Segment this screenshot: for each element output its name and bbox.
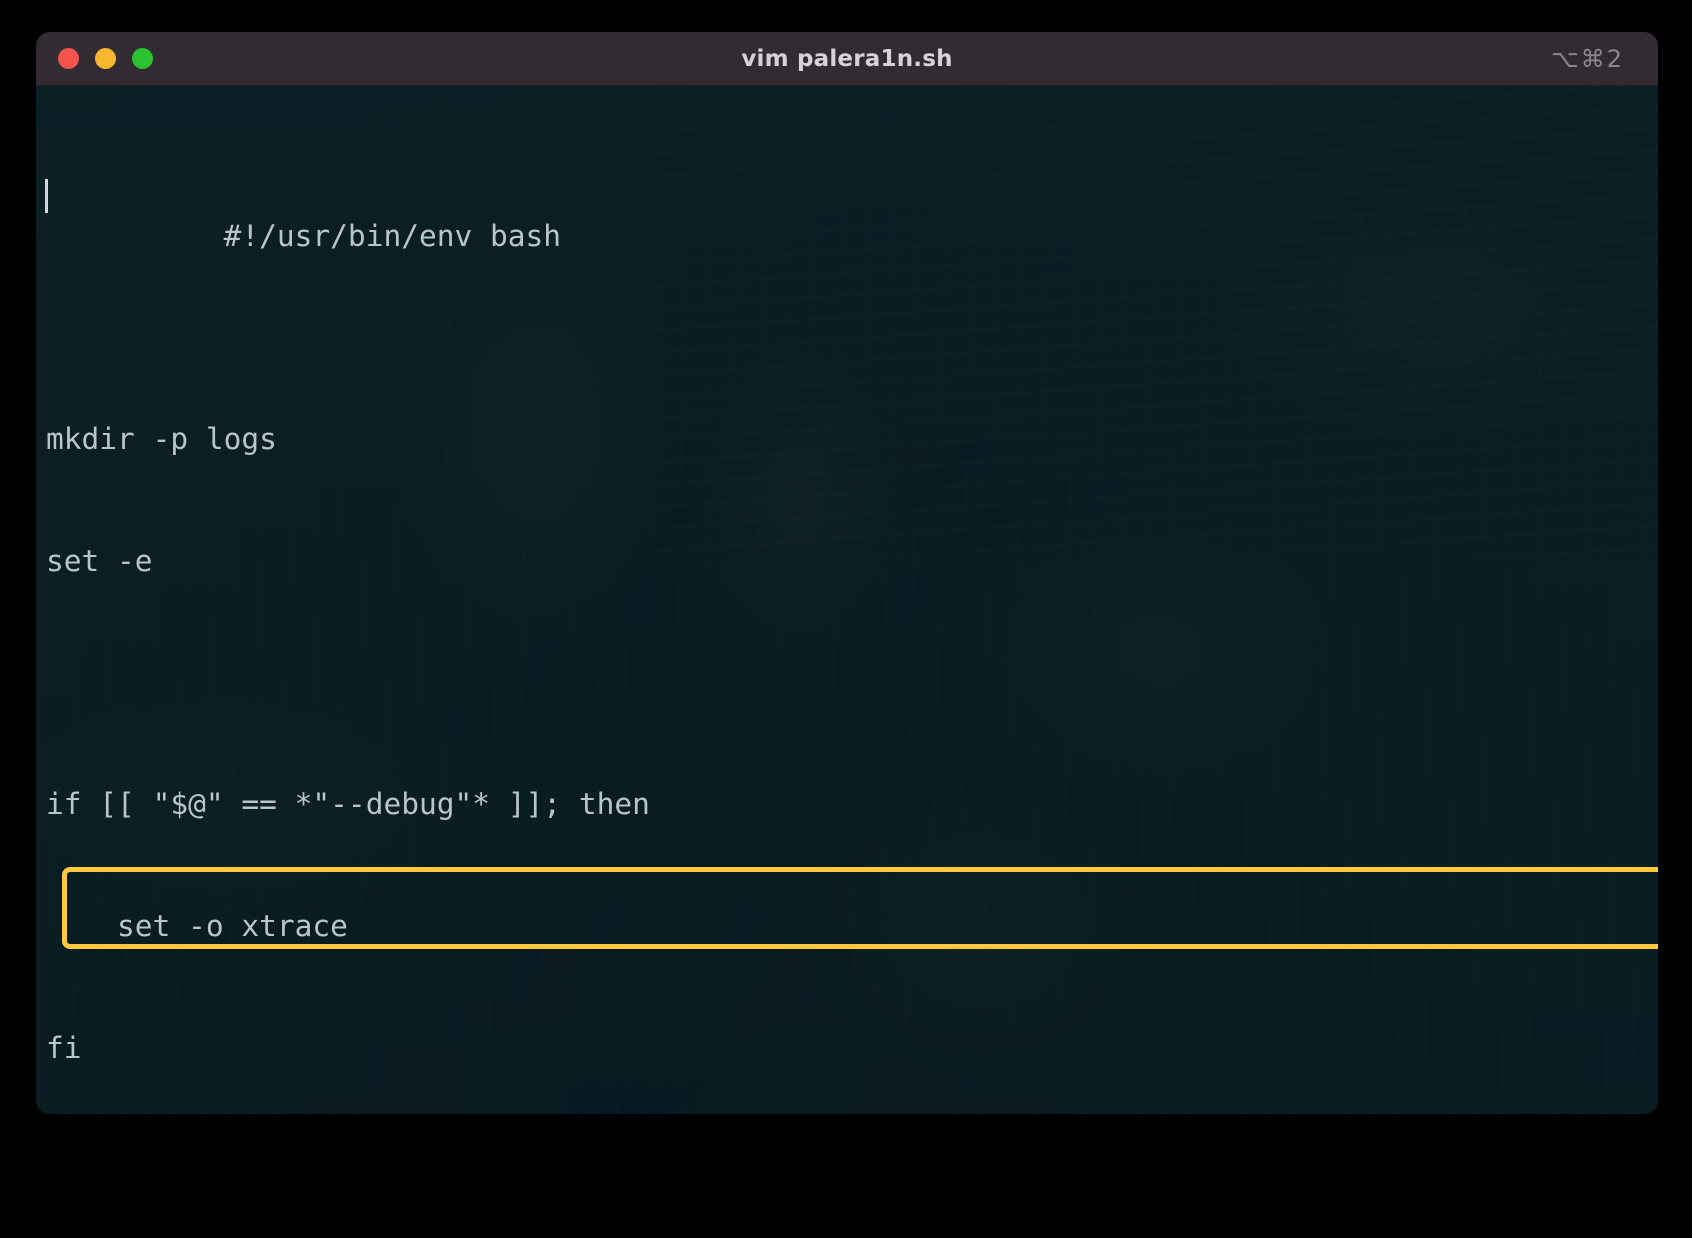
keyboard-shortcut-badge: ⌥⌘2 [1551,44,1624,73]
terminal-body[interactable]: #!/usr/bin/env bash mkdir -p logs set -e… [36,86,1658,1114]
code-line-text: #!/usr/bin/env bash [223,218,562,253]
close-window-button[interactable] [58,48,79,69]
vim-buffer[interactable]: #!/usr/bin/env bash mkdir -p logs set -e… [36,86,1658,1114]
code-line: mkdir -p logs [46,421,277,456]
window-titlebar: vim palera1n.sh ⌥⌘2 [36,32,1658,86]
code-line: #!/usr/bin/env bash [36,175,1658,253]
terminal-window: vim palera1n.sh ⌥⌘2 #!/usr/bin/env bash … [36,32,1658,1114]
maximize-window-button[interactable] [132,48,153,69]
minimize-window-button[interactable] [95,48,116,69]
screen-root: vim palera1n.sh ⌥⌘2 #!/usr/bin/env bash … [0,0,1692,1238]
code-line: set -o xtrace [46,908,348,943]
text-cursor [45,179,48,214]
window-controls [36,48,153,69]
code-line: set -e [46,543,153,578]
window-title: vim palera1n.sh [741,45,953,72]
code-line: if [[ "$@" == *"--debug"* ]]; then [46,787,650,822]
code-line: fi [46,1030,82,1065]
